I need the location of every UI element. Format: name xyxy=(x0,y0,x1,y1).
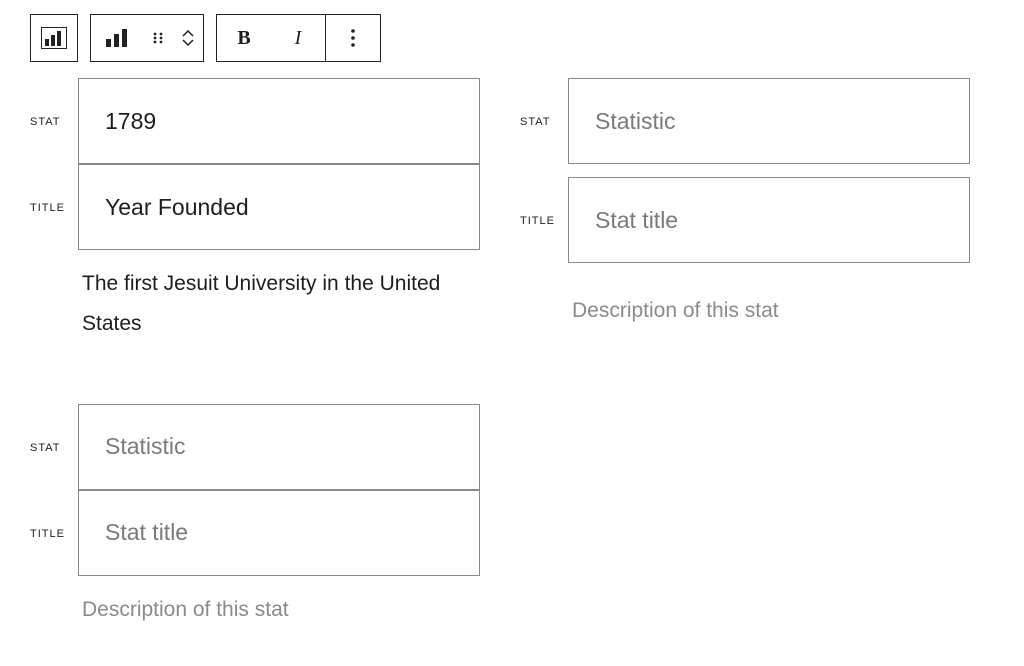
drag-handle-icon xyxy=(151,31,165,45)
block-toolbar: B I xyxy=(0,0,1024,62)
title-input[interactable]: Stat title xyxy=(78,490,480,576)
stat-item: STAT Statistic TITLE Stat title Descript… xyxy=(520,78,970,344)
stat-item: STAT 1789 TITLE Year Founded The first J… xyxy=(30,78,480,344)
bold-button[interactable]: B xyxy=(217,15,271,61)
chevron-up-icon xyxy=(182,30,194,37)
stat-field-label: STAT xyxy=(30,404,78,490)
drag-handle[interactable] xyxy=(143,15,173,61)
title-input[interactable]: Stat title xyxy=(568,177,970,263)
parent-block-button[interactable] xyxy=(30,14,78,62)
stat-field-label: STAT xyxy=(520,78,568,164)
stat-field-label: STAT xyxy=(30,78,78,164)
italic-button[interactable]: I xyxy=(271,15,325,61)
stats-block-icon xyxy=(41,27,67,49)
chevron-down-icon xyxy=(182,39,194,46)
description-input[interactable]: Description of this stat xyxy=(78,576,480,630)
title-field-label: TITLE xyxy=(30,490,78,576)
more-options-button[interactable] xyxy=(326,15,380,61)
more-vertical-icon xyxy=(350,28,356,48)
title-input[interactable]: Year Founded xyxy=(78,164,480,250)
stat-item: STAT Statistic TITLE Stat title Descript… xyxy=(30,404,480,630)
stats-container: STAT 1789 TITLE Year Founded The first J… xyxy=(0,78,1000,630)
stat-input[interactable]: 1789 xyxy=(78,78,480,164)
toolbar-group-format: B I xyxy=(216,14,381,62)
description-input[interactable]: The first Jesuit University in the Unite… xyxy=(78,250,480,344)
move-up-down[interactable] xyxy=(173,15,203,61)
block-type-button[interactable] xyxy=(91,15,143,61)
stat-input[interactable]: Statistic xyxy=(568,78,970,164)
bar-chart-icon xyxy=(105,28,129,48)
stat-input[interactable]: Statistic xyxy=(78,404,480,490)
title-field-label: TITLE xyxy=(30,164,78,250)
title-field-label: TITLE xyxy=(520,177,568,263)
description-input[interactable]: Description of this stat xyxy=(568,277,970,331)
toolbar-group-block xyxy=(90,14,204,62)
